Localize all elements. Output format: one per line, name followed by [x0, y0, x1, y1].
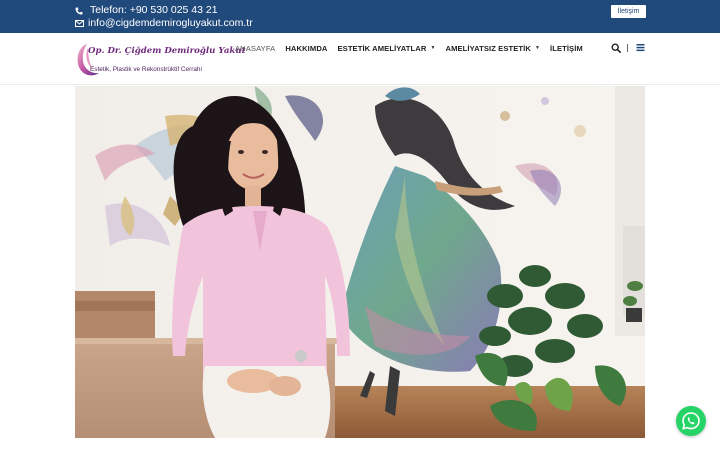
nav-label: ANASAYFA: [235, 43, 276, 53]
hamburger-menu-icon[interactable]: [636, 43, 645, 52]
email-row[interactable]: info@cigdemdemirogluyakut.com.tr: [75, 17, 253, 30]
nav-label: ESTETİK AMELİYATLAR: [337, 43, 427, 53]
envelope-icon: [75, 20, 87, 27]
nav-label: HAKKIMDA: [285, 43, 328, 53]
nav-item-anasayfa[interactable]: ANASAYFA: [235, 44, 275, 53]
logo-tagline: Estetik, Plastik ve Rekonstrüktif Cerrah…: [90, 66, 202, 73]
hero-photo: [75, 86, 645, 438]
nav-item-hakkimda[interactable]: HAKKIMDA: [285, 44, 327, 53]
nav-label: AMELİYATSIZ ESTETİK: [445, 43, 531, 53]
contact-button[interactable]: İletişim: [611, 5, 646, 18]
main-navigation: ANASAYFA HAKKIMDA ESTETİK AMELİYATLAR ▼ …: [235, 43, 583, 53]
nav-divider: [627, 44, 628, 52]
top-contact-bar: Telefon: +90 530 025 43 21 info@cigdemde…: [0, 0, 720, 33]
chevron-down-icon: ▼: [430, 45, 436, 51]
nav-item-iletisim[interactable]: İLETİŞİM: [550, 44, 583, 53]
contact-info: Telefon: +90 530 025 43 21 info@cigdemde…: [75, 4, 253, 30]
nav-label: İLETİŞİM: [550, 43, 583, 53]
phone-icon: [75, 7, 87, 15]
chevron-down-icon: ▼: [534, 45, 540, 51]
nav-item-ameliyatsiz-estetik[interactable]: AMELİYATSIZ ESTETİK ▼: [446, 44, 541, 53]
whatsapp-chat-button[interactable]: [676, 406, 706, 436]
email-text: info@cigdemdemirogluyakut.com.tr: [88, 17, 253, 29]
nav-item-estetik-ameliyatlar[interactable]: ESTETİK AMELİYATLAR ▼: [337, 44, 435, 53]
whatsapp-icon: [682, 412, 700, 430]
phone-row[interactable]: Telefon: +90 530 025 43 21: [75, 4, 253, 17]
search-icon[interactable]: [611, 43, 621, 53]
phone-text: Telefon: +90 530 025 43 21: [90, 4, 218, 16]
logo-name: Op. Dr. Çiğdem Demiroğlu Yakut: [88, 46, 246, 56]
